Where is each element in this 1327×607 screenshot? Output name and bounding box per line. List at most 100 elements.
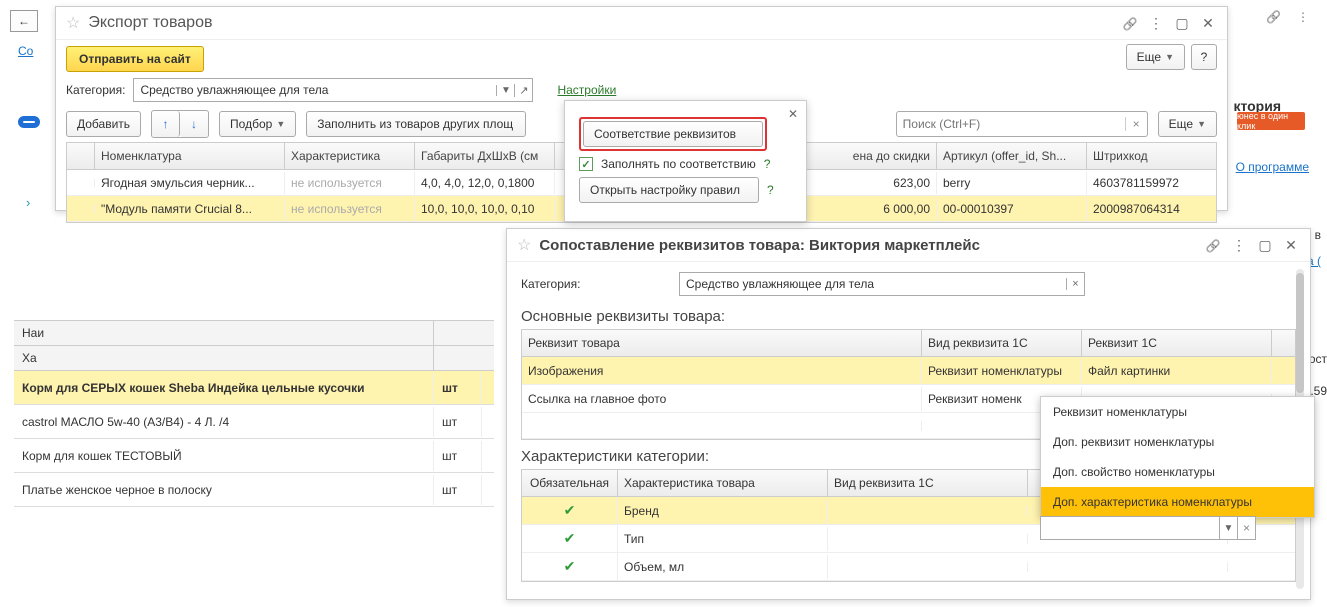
send-button[interactable]: Отправить на сайт: [66, 46, 204, 72]
checkbox-fill[interactable]: ✓: [579, 157, 593, 171]
search-input[interactable]: [897, 117, 1125, 131]
check-icon: ✔: [564, 558, 576, 574]
requisites-mapping-button[interactable]: Соответствие реквизитов: [583, 121, 763, 147]
settings-popup: ✕ Соответствие реквизитов ✓ Заполнять по…: [564, 100, 807, 222]
th-kind[interactable]: Вид реквизита 1С: [922, 330, 1082, 356]
close-icon[interactable]: [1282, 237, 1300, 254]
cell: Бренд: [618, 499, 828, 523]
bg-row-name[interactable]: Корм для СЕРЫХ кошек Sheba Индейка цельн…: [14, 373, 434, 403]
clear-icon[interactable]: ×: [1066, 278, 1084, 290]
dropdown-item[interactable]: Реквизит номенклатуры: [1041, 397, 1314, 427]
cell: Изображения: [522, 359, 922, 383]
star-icon[interactable]: ☆: [517, 235, 531, 255]
dropdown-item[interactable]: Доп. свойство номенклатуры: [1041, 457, 1314, 487]
link-icon[interactable]: [1266, 10, 1281, 24]
category-label: Категория:: [521, 277, 671, 291]
link-icon[interactable]: [1121, 15, 1139, 31]
bg-link-co[interactable]: Со: [18, 44, 33, 58]
cell-sku: berry: [937, 172, 1087, 194]
kebab-icon[interactable]: [1230, 237, 1248, 254]
th-req[interactable]: Реквизит товара: [522, 330, 922, 356]
about-link[interactable]: О программе: [1236, 160, 1309, 174]
move-up-button[interactable]: ↑: [152, 111, 180, 137]
move-down-button[interactable]: ↓: [180, 111, 208, 137]
th-kind[interactable]: Вид реквизита 1С: [828, 470, 1028, 496]
category-select[interactable]: Средство увлажняющее для тела ×: [679, 272, 1085, 296]
cell: Реквизит номенклатуры: [922, 359, 1082, 383]
cell: Объем, мл: [618, 555, 828, 579]
cell: Тип: [618, 527, 828, 551]
cell-char: не используется: [285, 172, 415, 194]
close-icon[interactable]: [1199, 15, 1217, 32]
clear-icon[interactable]: ×: [1125, 117, 1147, 131]
more-button-2[interactable]: Еще▼: [1158, 111, 1217, 137]
chevron-right-icon[interactable]: ›: [26, 195, 30, 210]
check-icon: ✔: [564, 530, 576, 546]
bg-row-unit: шт: [434, 373, 482, 403]
checkbox-label: Заполнять по соответствию: [601, 157, 756, 171]
help-button[interactable]: ?: [1191, 44, 1217, 70]
clear-icon[interactable]: ×: [1237, 517, 1255, 539]
cell-nom: Ягодная эмульсия черник...: [95, 172, 285, 194]
kebab-icon[interactable]: [1147, 15, 1165, 32]
maximize-icon[interactable]: [1173, 15, 1191, 32]
bg-row-name[interactable]: castrol МАСЛО 5w-40 (A3/B4) - 4 Л. /4: [14, 407, 434, 437]
maximize-icon[interactable]: [1256, 237, 1274, 254]
chevron-down-icon[interactable]: ▼: [1219, 517, 1237, 539]
th-barcode[interactable]: Штрихкод: [1087, 143, 1207, 169]
requisite-type-dropdown: Реквизит номенклатуры Доп. реквизит номе…: [1040, 396, 1315, 518]
chevron-down-icon[interactable]: ▼: [496, 85, 514, 96]
grid-row[interactable]: ✔ Объем, мл: [522, 553, 1295, 581]
section-title-main: Основные реквизиты товара:: [521, 308, 1296, 325]
dropdown-item[interactable]: Доп. характеристика номенклатуры: [1041, 487, 1314, 517]
pick-label: Подбор: [230, 117, 272, 131]
th-char[interactable]: Характеристика товара: [618, 470, 828, 496]
more-button[interactable]: Еще▼: [1126, 44, 1185, 70]
pick-button[interactable]: Подбор▼: [219, 111, 296, 137]
bg-cut1: в: [1315, 228, 1321, 242]
bg-row-name[interactable]: Корм для кошек ТЕСТОВЫЙ: [14, 441, 434, 471]
logo-icon: [18, 116, 40, 128]
star-icon[interactable]: ☆: [66, 13, 80, 33]
cell: Файл картинки: [1082, 359, 1272, 383]
bg-th-char: Ха: [14, 346, 434, 370]
back-button[interactable]: ←: [10, 10, 38, 32]
window-title: Экспорт товаров: [88, 14, 1121, 32]
category-label: Категория:: [66, 83, 125, 97]
settings-link[interactable]: Настройки: [557, 83, 616, 97]
help-icon[interactable]: ?: [764, 157, 771, 171]
window-title: Сопоставление реквизитов товара: Виктори…: [539, 237, 1204, 254]
bg-row-name[interactable]: Платье женское черное в полоску: [14, 475, 434, 505]
open-rules-button[interactable]: Открыть настройку правил: [579, 177, 759, 203]
bg-row-unit: шт: [434, 475, 482, 505]
bg-th-name: Наи: [14, 321, 434, 345]
th-price-before[interactable]: ена до скидки: [807, 143, 937, 169]
bg-product-table: Наи Ха Корм для СЕРЫХ кошек Sheba Индейк…: [14, 320, 494, 507]
search-input-wrap: ×: [896, 111, 1148, 137]
link-icon[interactable]: [1204, 237, 1222, 253]
cell-barcode: 4603781159972: [1087, 172, 1207, 194]
th-dimensions[interactable]: Габариты ДxШxВ (см: [415, 143, 555, 169]
th-1c[interactable]: Реквизит 1С: [1082, 330, 1272, 356]
arrow-down-icon: ↓: [191, 117, 197, 131]
th-characteristic[interactable]: Характеристика: [285, 143, 415, 169]
th-sku[interactable]: Артикул (offer_id, Sh...: [937, 143, 1087, 169]
category-value: Средство увлажняющее для тела: [134, 83, 496, 97]
add-button[interactable]: Добавить: [66, 111, 141, 137]
grid-row[interactable]: Изображения Реквизит номенклатуры Файл к…: [522, 357, 1295, 385]
kebab-icon[interactable]: [1297, 10, 1309, 24]
bg-row-unit: шт: [434, 441, 482, 471]
fill-button[interactable]: Заполнить из товаров других площ: [306, 111, 526, 137]
inline-cell-editor[interactable]: ▼ ×: [1040, 516, 1256, 540]
bg-row-unit: шт: [434, 407, 482, 437]
help-icon[interactable]: ?: [767, 183, 774, 197]
close-icon[interactable]: ✕: [788, 107, 798, 121]
arrow-up-icon: ↑: [163, 117, 169, 131]
th-required[interactable]: Обязательная: [522, 470, 618, 496]
category-select[interactable]: Средство увлажняющее для тела ▼ ↗: [133, 78, 533, 102]
open-icon[interactable]: ↗: [514, 84, 532, 97]
cell-sku: 00-00010397: [937, 198, 1087, 220]
cell-char: не используется: [285, 198, 415, 220]
th-nomenclature[interactable]: Номенклатура: [95, 143, 285, 169]
dropdown-item[interactable]: Доп. реквизит номенклатуры: [1041, 427, 1314, 457]
